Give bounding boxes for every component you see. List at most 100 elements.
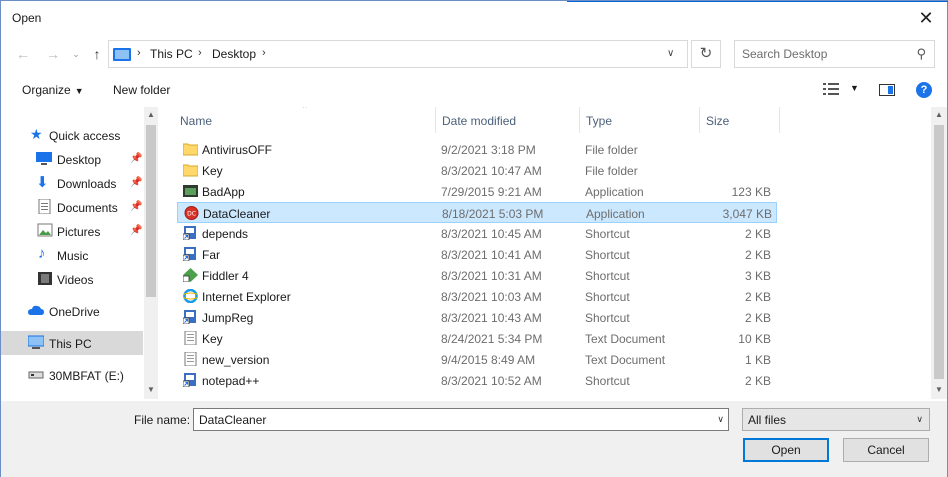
file-name: Fiddler 4 — [202, 269, 249, 283]
column-header-type[interactable]: Type — [579, 107, 699, 133]
sidebar-item-label: Quick access — [49, 129, 121, 143]
view-caret-down-icon[interactable]: ▼ — [850, 83, 859, 93]
sidebar-item-quick-access[interactable]: ★ Quick access — [1, 123, 143, 147]
new-folder-button[interactable]: New folder — [113, 83, 170, 97]
file-row[interactable]: Internet Explorer 8/3/2021 10:03 AM Shortc… — [177, 286, 777, 307]
file-list-scroll-thumb[interactable] — [934, 125, 944, 379]
file-type: Text Document — [585, 332, 666, 346]
chevron-right-icon[interactable]: › — [262, 47, 266, 59]
scroll-up-icon[interactable]: ▲ — [145, 110, 157, 119]
caret-down-icon: ▼ — [74, 86, 84, 96]
chevron-right-icon[interactable]: › — [198, 47, 202, 59]
sidebar-scrollbar[interactable]: ▲ ▼ — [144, 107, 158, 399]
preview-pane-icon[interactable] — [879, 84, 895, 96]
sidebar-item-videos[interactable]: Videos — [1, 267, 143, 291]
pin-icon[interactable]: 📌 — [130, 201, 142, 212]
file-size: 2 KB — [744, 374, 771, 388]
breadcrumb-this-pc[interactable]: This PC — [150, 47, 193, 61]
column-header-name[interactable]: Name ⌃ — [173, 107, 435, 133]
sidebar-item-label: 30MBFAT (E:) — [49, 369, 124, 383]
cancel-button[interactable]: Cancel — [843, 438, 929, 462]
file-type: Application — [586, 207, 645, 221]
file-name: depends — [202, 227, 249, 241]
scroll-down-icon[interactable]: ▼ — [933, 385, 945, 394]
sidebar-item-music[interactable]: ♪ Music — [1, 243, 143, 267]
open-button[interactable]: Open — [743, 438, 829, 462]
file-row[interactable]: notepad++ 8/3/2021 10:52 AM Shortcut 2 KB — [177, 370, 777, 391]
recent-locations-chevron-icon[interactable]: ⌄ — [66, 44, 86, 64]
file-name-value[interactable]: DataCleaner — [199, 413, 266, 427]
file-row[interactable]: Key 8/3/2021 10:47 AM File folder — [177, 160, 777, 181]
chevron-down-icon[interactable]: ∨ — [717, 414, 724, 425]
star-icon: ★ — [30, 126, 43, 142]
sidebar-item-pictures[interactable]: Pictures 📌 — [1, 219, 143, 243]
file-row[interactable]: new_version 9/4/2015 8:49 AM Text Document… — [177, 349, 777, 370]
refresh-icon[interactable]: ↻ — [691, 40, 721, 68]
file-row[interactable]: DC DataCleaner 8/18/2021 5:03 PM Applicatio… — [177, 202, 777, 223]
breadcrumb-desktop[interactable]: Desktop — [212, 47, 256, 61]
file-date-modified: 8/3/2021 10:41 AM — [441, 248, 542, 262]
view-options-icon[interactable] — [823, 83, 839, 95]
sidebar-item-desktop[interactable]: Desktop 📌 — [1, 147, 143, 171]
back-arrow-icon[interactable]: ← — [13, 44, 33, 64]
open-dialog: Open ✕ ← → ⌄ ↑ › This PC › Desktop › ∨ ↻… — [0, 0, 948, 477]
sidebar-item-drive-e[interactable]: 30MBFAT (E:) — [1, 363, 143, 387]
pin-icon[interactable]: 📌 — [130, 225, 142, 236]
scroll-up-icon[interactable]: ▲ — [933, 110, 945, 119]
file-size: 10 KB — [738, 332, 771, 346]
file-row[interactable]: AntivirusOFF 9/2/2021 3:18 PM File folder — [177, 139, 777, 160]
file-row[interactable]: Fiddler 4 8/3/2021 10:31 AM Shortcut 3 KB — [177, 265, 777, 286]
file-row[interactable]: depends 8/3/2021 10:45 AM Shortcut 2 KB — [177, 223, 777, 244]
file-name: Far — [202, 248, 220, 262]
file-type: Shortcut — [585, 374, 630, 388]
forward-arrow-icon[interactable]: → — [43, 44, 63, 64]
sidebar-item-onedrive[interactable]: OneDrive — [1, 299, 143, 323]
search-input[interactable] — [742, 47, 902, 61]
file-row[interactable]: JumpReg 8/3/2021 10:43 AM Shortcut 2 KB — [177, 307, 777, 328]
search-icon[interactable]: ⚲ — [916, 46, 926, 62]
title-bar: Open ✕ — [1, 1, 947, 35]
close-icon[interactable]: ✕ — [913, 7, 939, 29]
up-arrow-icon[interactable]: ↑ — [87, 44, 107, 64]
music-icon: ♪ — [38, 245, 46, 262]
computer-icon — [28, 335, 44, 349]
column-header-date[interactable]: Date modified — [435, 107, 579, 133]
file-row[interactable]: Far 8/3/2021 10:41 AM Shortcut 2 KB — [177, 244, 777, 265]
file-row[interactable]: BadApp 7/29/2015 9:21 AM Application 123 KB — [177, 181, 777, 202]
file-type-value: All files — [748, 413, 787, 427]
file-date-modified: 9/2/2021 3:18 PM — [441, 143, 536, 157]
sidebar-item-downloads[interactable]: ⬇ Downloads 📌 — [1, 171, 143, 195]
documents-icon — [38, 199, 51, 214]
file-row[interactable]: Key 8/24/2021 5:34 PM Text Document 10 KB — [177, 328, 777, 349]
column-header-size[interactable]: Size — [699, 107, 779, 133]
file-list: Name ⌃ Date modified Type Size Antivirus… — [173, 107, 931, 399]
file-type: File folder — [585, 164, 638, 178]
search-box[interactable]: ⚲ — [734, 40, 935, 68]
pictures-icon — [37, 223, 53, 237]
sidebar-item-label: Downloads — [57, 177, 117, 191]
file-name-field[interactable]: DataCleaner ∨ — [193, 408, 729, 431]
chevron-down-icon[interactable]: ∨ — [916, 414, 923, 425]
file-type-filter[interactable]: All files ∨ — [742, 408, 930, 431]
pin-icon[interactable]: 📌 — [130, 177, 142, 188]
sidebar-scroll-thumb[interactable] — [146, 125, 156, 297]
pin-icon[interactable]: 📌 — [130, 153, 142, 164]
scroll-down-icon[interactable]: ▼ — [145, 385, 157, 394]
file-name: notepad++ — [202, 374, 260, 388]
file-type: Shortcut — [585, 311, 630, 325]
sidebar-item-documents[interactable]: Documents 📌 — [1, 195, 143, 219]
file-name: Internet Explorer — [202, 290, 291, 304]
sidebar-item-this-pc[interactable]: This PC — [1, 331, 143, 355]
ie-icon — [182, 288, 199, 304]
chevron-right-icon[interactable]: › — [137, 47, 141, 59]
organize-button[interactable]: Organize ▼ — [22, 83, 84, 97]
sidebar-item-label: Documents — [57, 201, 118, 215]
shortcut-icon — [182, 373, 198, 388]
file-name: BadApp — [202, 185, 245, 199]
chevron-down-icon[interactable]: ∨ — [667, 48, 674, 59]
file-type: Application — [585, 185, 644, 199]
help-icon[interactable]: ? — [916, 82, 932, 98]
address-bar[interactable]: › This PC › Desktop › ∨ — [108, 40, 688, 68]
file-list-scrollbar[interactable]: ▲ ▼ — [931, 107, 947, 399]
column-separator[interactable] — [779, 107, 780, 133]
